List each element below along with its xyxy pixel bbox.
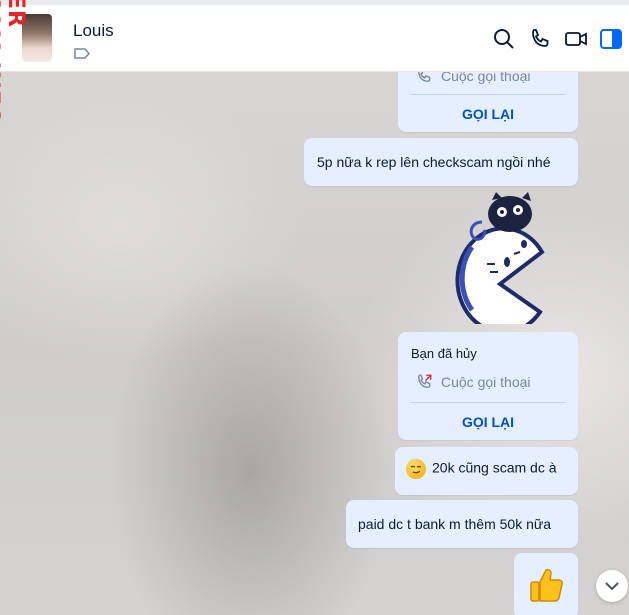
callback-button[interactable]: GỌI LẠI [398,414,578,430]
sticker[interactable] [452,192,562,335]
call-status-title: Bạn đã hủy [411,346,477,361]
callback-button[interactable]: GỌI LẠI [398,106,578,122]
chat-header: Louis [0,0,629,72]
phone-icon [532,29,549,47]
message-bubble: 20k cũng scam dc à [395,447,578,495]
tag-icon[interactable] [74,47,90,60]
message-text-row: 20k cũng scam dc à [406,459,557,479]
video-call-button[interactable] [564,27,588,51]
sidebar-panel-icon [600,29,622,49]
chat-window: Cuộc gọi thoại GỌI LẠI 5p nữa k rep lên … [0,0,629,615]
divider [410,94,566,95]
conversation-info-toggle[interactable] [599,27,623,51]
message-bubble [514,553,578,615]
thumbs-up-icon [530,568,563,602]
pacman-cat-sticker-icon [455,192,545,335]
message-text: paid dc t bank m thêm 50k nữa [358,516,552,532]
scroll-to-bottom-button[interactable] [596,570,628,602]
search-button[interactable] [492,27,516,51]
message-text: 20k cũng scam dc à [432,459,557,476]
search-icon [494,29,514,49]
call-row: Cuộc gọi thoại [415,372,531,392]
message-bubble: 5p nữa k rep lên checkscam ngồi nhé [304,138,578,186]
contact-name[interactable]: Louis [73,21,114,41]
missed-call-icon [418,374,432,388]
call-card: Bạn đã hủy Cuộc gọi thoại GỌI LẠI [398,332,578,440]
watermark: ER CAM.INFO [0,0,28,126]
message-bubble: paid dc t bank m thêm 50k nữa [346,500,578,548]
smirk-emoji-icon [406,459,426,479]
chevron-down-icon [605,582,619,591]
call-type-label: Cuộc gọi thoại [441,374,531,390]
message-text: 5p nữa k rep lên checkscam ngồi nhé [317,154,551,170]
voice-call-button[interactable] [528,27,552,51]
top-bar [0,0,629,5]
video-camera-icon [565,32,587,46]
divider [410,402,566,403]
